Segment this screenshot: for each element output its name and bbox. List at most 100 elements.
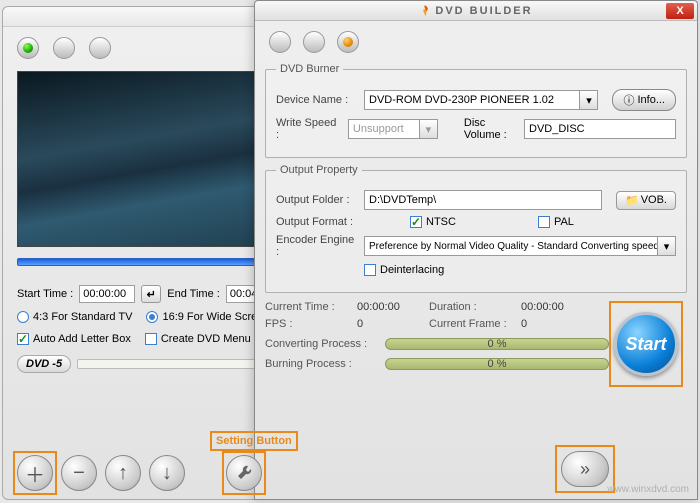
watermark: www.winxdvd.com	[607, 484, 689, 495]
toolbar: ＋ − ↑ ↓	[17, 455, 185, 491]
engine-combo[interactable]: Preference by Normal Video Quality - Sta…	[364, 236, 676, 256]
traffic-amber-icon[interactable]	[337, 31, 359, 53]
burning-pct: 0 %	[488, 358, 507, 370]
dvd-burner-group: DVD Burner Device Name : DVD-ROM DVD-230…	[265, 63, 687, 158]
curtime-value: 00:00:00	[357, 301, 429, 313]
settings-highlight	[222, 451, 266, 495]
converting-pct: 0 %	[488, 338, 507, 350]
next-highlight: »	[555, 445, 615, 493]
title-label: DVD BUILDER	[419, 5, 532, 17]
add-button-highlight: ＋	[13, 451, 57, 495]
volume-label: Disc Volume :	[464, 117, 518, 141]
video-preview	[17, 71, 287, 247]
converting-progress: 0 %	[385, 338, 609, 350]
device-value: DVD-ROM DVD-230P PIONEER 1.02	[369, 94, 554, 106]
checkbox-icon	[364, 264, 376, 276]
burning-label: Burning Process :	[265, 358, 379, 370]
video-surface[interactable]	[18, 72, 286, 246]
move-down-button[interactable]: ↓	[149, 455, 185, 491]
close-button[interactable]: X	[666, 3, 694, 19]
progress-section: Current Time : 00:00:00 Duration : 00:00…	[265, 301, 687, 370]
info-label: Info...	[637, 94, 665, 106]
window-controls	[255, 21, 697, 57]
chevron-down-icon: ▾	[657, 237, 675, 255]
deinterlace-label: Deinterlacing	[380, 264, 444, 276]
frame-label: Current Frame :	[429, 318, 521, 330]
pal-checkbox[interactable]: PAL	[538, 216, 574, 228]
ntsc-checkbox[interactable]: NTSC	[410, 216, 456, 228]
time-range-row: Start Time : ↵ End Time :	[17, 285, 287, 303]
add-button[interactable]: ＋	[17, 455, 53, 491]
format-label: Output Format :	[276, 216, 358, 228]
volume-input[interactable]	[524, 119, 676, 139]
checkbox-icon	[17, 333, 29, 345]
folder-icon: 📁	[625, 194, 639, 207]
playback-scrub-row	[17, 253, 287, 271]
create-menu-checkbox[interactable]: Create DVD Menu	[145, 333, 251, 345]
dvd-burner-legend: DVD Burner	[276, 63, 343, 75]
checkbox-icon	[538, 216, 550, 228]
next-button[interactable]: »	[561, 451, 609, 487]
duration-label: Duration :	[429, 301, 521, 313]
checkbox-icon	[410, 216, 422, 228]
folder-label: Output Folder :	[276, 194, 358, 206]
speed-value: Unsupport	[353, 123, 404, 135]
settings-button[interactable]	[226, 455, 262, 491]
options-row: Auto Add Letter Box Create DVD Menu	[17, 333, 287, 345]
setting-callout: Setting Button	[210, 431, 298, 451]
traffic-button[interactable]	[53, 37, 75, 59]
disc-capacity-row: DVD -5	[17, 355, 287, 373]
pal-label: PAL	[554, 216, 574, 228]
folder-input[interactable]	[364, 190, 602, 210]
fps-label: FPS :	[265, 318, 357, 330]
auto-letterbox-checkbox[interactable]: Auto Add Letter Box	[17, 333, 131, 345]
duration-value: 00:00:00	[521, 301, 593, 313]
ntsc-label: NTSC	[426, 216, 456, 228]
output-legend: Output Property	[276, 164, 362, 176]
chevron-down-icon: ▾	[579, 91, 597, 109]
traffic-button[interactable]	[269, 31, 291, 53]
start-time-label: Start Time :	[17, 288, 73, 300]
traffic-button[interactable]	[89, 37, 111, 59]
start-time-input[interactable]	[79, 285, 135, 303]
auto-letterbox-label: Auto Add Letter Box	[33, 333, 131, 345]
ratio-4-3-label: 4:3 For Standard TV	[33, 311, 132, 323]
disc-type-badge[interactable]: DVD -5	[17, 355, 71, 373]
create-menu-label: Create DVD Menu	[161, 333, 251, 345]
frame-value: 0	[521, 318, 593, 330]
wrench-icon	[235, 464, 253, 482]
speed-combo[interactable]: Unsupport ▾	[348, 119, 438, 139]
radio-icon	[17, 311, 29, 323]
converting-label: Converting Process :	[265, 338, 379, 350]
start-highlight: Start	[609, 301, 683, 387]
engine-value: Preference by Normal Video Quality - Sta…	[369, 241, 659, 252]
end-time-label: End Time :	[167, 288, 220, 300]
remove-button[interactable]: −	[61, 455, 97, 491]
dvd-builder-window: DVD BUILDER X DVD Burner Device Name : D…	[254, 0, 698, 500]
scrub-bar[interactable]	[17, 258, 265, 266]
traffic-button[interactable]	[303, 31, 325, 53]
flame-icon	[419, 5, 431, 17]
checkbox-icon	[145, 333, 157, 345]
fps-value: 0	[357, 318, 429, 330]
start-button[interactable]: Start	[614, 312, 678, 376]
ratio-16-9-radio[interactable]: 16:9 For Wide Screen	[146, 311, 269, 323]
info-button[interactable]: ⓘ Info...	[612, 89, 676, 111]
output-property-group: Output Property Output Folder : 📁 VOB. O…	[265, 164, 687, 293]
move-up-button[interactable]: ↑	[105, 455, 141, 491]
engine-label: Encoder Engine :	[276, 234, 358, 258]
curtime-label: Current Time :	[265, 301, 357, 313]
set-start-button[interactable]: ↵	[141, 285, 161, 303]
info-icon: ⓘ	[623, 92, 634, 108]
traffic-green-icon[interactable]	[17, 37, 39, 59]
device-combo[interactable]: DVD-ROM DVD-230P PIONEER 1.02 ▾	[364, 90, 598, 110]
aspect-ratio-row: 4:3 For Standard TV 16:9 For Wide Screen	[17, 311, 287, 323]
device-label: Device Name :	[276, 94, 358, 106]
deinterlace-checkbox[interactable]: Deinterlacing	[364, 264, 444, 276]
chevron-down-icon: ▾	[419, 120, 437, 138]
vob-folder-button[interactable]: 📁 VOB.	[616, 191, 676, 210]
vob-label: VOB.	[641, 194, 667, 206]
ratio-4-3-radio[interactable]: 4:3 For Standard TV	[17, 311, 132, 323]
speed-label: Write Speed :	[276, 117, 342, 141]
titlebar[interactable]: DVD BUILDER X	[255, 1, 697, 21]
